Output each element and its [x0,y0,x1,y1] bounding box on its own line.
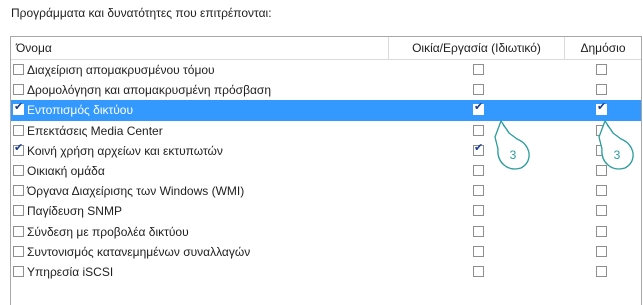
table-row[interactable]: ✔ Εντοπισμός δικτύου ✔ ✔ [11,100,641,121]
table-row[interactable]: Παγίδευση SNMP [11,201,641,221]
callout-number: 3 [613,148,621,162]
private-checkbox[interactable] [473,164,484,176]
check-icon: ✔ [14,141,24,154]
list-body: Διαχείριση απομακρυσμένου τόμου Δρομολόγη… [11,60,641,282]
program-name: Υπηρεσία iSCSI [27,264,114,279]
program-name: Επεκτάσεις Media Center [27,123,163,138]
private-checkbox[interactable] [473,64,484,75]
program-name: Συντονισμός κατανεμημένων συναλλαγών [27,244,251,259]
check-icon: ✔ [14,101,24,114]
table-row[interactable]: ✔ Κοινή χρήση αρχείων και εκτυπωτών ✔ [11,141,641,161]
enable-checkbox[interactable] [13,265,24,277]
private-checkbox[interactable] [473,245,484,257]
table-row[interactable]: Συντονισμός κατανεμημένων συναλλαγών [11,242,641,262]
program-name: Όργανα Διαχείρισης των Windows (WMI) [27,184,245,199]
public-checkbox[interactable] [596,205,607,217]
private-checkbox[interactable] [473,225,484,237]
table-row[interactable]: Δρομολόγηση και απομακρυσμένη πρόσβαση [11,80,641,100]
enable-checkbox[interactable] [13,185,24,197]
private-checkbox[interactable] [473,84,484,96]
callout-number: 3 [509,148,517,162]
callout-public: 3 [597,119,637,171]
enable-checkbox[interactable]: ✔ [13,101,24,116]
check-icon: ✔ [597,101,607,114]
program-name: Κοινή χρήση αρχείων και εκτυπωτών [27,143,223,158]
table-row[interactable]: Υπηρεσία iSCSI [11,262,641,282]
private-checkbox[interactable] [473,265,484,277]
program-name: Παγίδευση SNMP [27,204,122,219]
list-header: Όνομα Οικία/Εργασία (Ιδιωτικό) Δημόσιο [11,37,641,60]
enable-checkbox[interactable] [13,245,24,257]
check-icon: ✔ [474,141,484,154]
hand-pointer-icon [494,120,530,170]
enable-checkbox[interactable] [13,84,24,96]
enable-checkbox[interactable] [13,124,24,136]
program-name: Δρομολόγηση και απομακρυσμένη πρόσβαση [27,83,271,98]
column-header-name[interactable]: Όνομα [11,37,389,59]
column-header-private[interactable]: Οικία/Εργασία (Ιδιωτικό) [389,37,565,59]
public-checkbox[interactable] [596,265,607,277]
public-checkbox[interactable] [596,245,607,257]
public-checkbox[interactable] [596,64,607,75]
table-row[interactable]: Όργανα Διαχείρισης των Windows (WMI) [11,181,641,201]
allowed-programs-list[interactable]: Όνομα Οικία/Εργασία (Ιδιωτικό) Δημόσιο Δ… [10,36,642,305]
enable-checkbox[interactable] [13,64,24,75]
column-header-public[interactable]: Δημόσιο [565,37,641,59]
enable-checkbox[interactable] [13,225,24,237]
table-row[interactable]: Διαχείριση απομακρυσμένου τόμου [11,60,641,80]
program-name: Σύνδεση με προβολέα δικτύου [27,224,189,239]
private-checkbox[interactable]: ✔ [473,101,484,116]
public-checkbox[interactable]: ✔ [596,101,607,116]
hand-pointer-icon [598,120,634,170]
public-checkbox[interactable] [596,84,607,96]
enable-checkbox[interactable]: ✔ [13,141,24,156]
enable-checkbox[interactable] [13,205,24,217]
public-checkbox[interactable] [596,225,607,237]
program-name: Διαχείριση απομακρυσμένου τόμου [27,63,215,77]
private-checkbox[interactable] [473,185,484,197]
private-checkbox[interactable] [473,124,484,136]
table-row[interactable]: Επεκτάσεις Media Center [11,121,641,141]
private-checkbox[interactable]: ✔ [473,141,484,156]
program-name: Οικιακή ομάδα [27,163,105,178]
table-row[interactable]: Οικιακή ομάδα [11,161,641,181]
callout-private: 3 [493,119,533,171]
table-row[interactable]: Σύνδεση με προβολέα δικτύου [11,222,641,242]
program-name: Εντοπισμός δικτύου [27,103,134,118]
check-icon: ✔ [474,101,484,114]
enable-checkbox[interactable] [13,164,24,176]
private-checkbox[interactable] [473,205,484,217]
section-heading: Προγράμματα και δυνατότητες που επιτρέπο… [11,6,272,20]
public-checkbox[interactable] [596,185,607,197]
